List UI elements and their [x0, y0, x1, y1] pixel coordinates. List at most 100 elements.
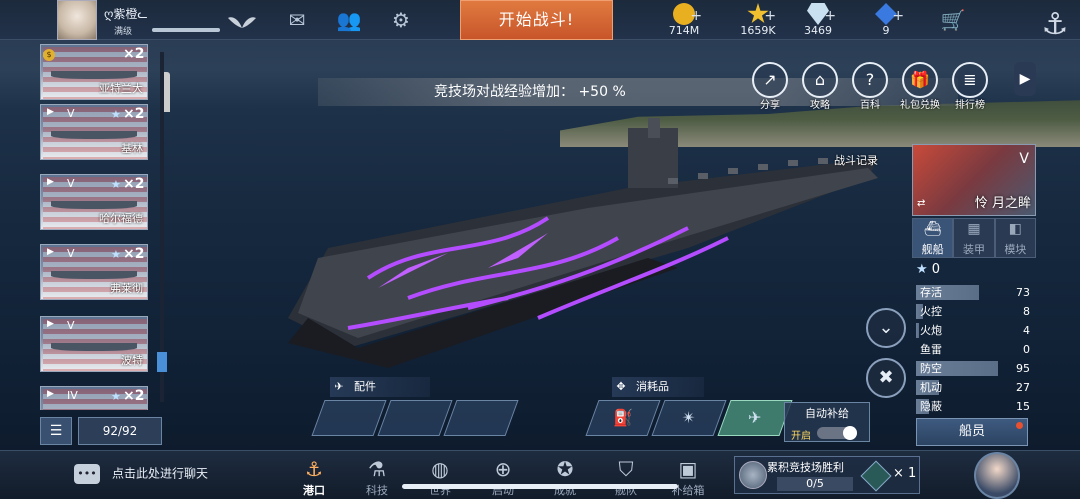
battle-log-link[interactable]: 战斗记录	[834, 152, 878, 168]
stat-value: 8	[1023, 305, 1030, 318]
resource-gem[interactable]: + 9	[846, 0, 926, 40]
stat-row: 火炮 4	[912, 322, 1036, 339]
add-gem-icon: +	[892, 8, 905, 24]
stat-value: 27	[1016, 381, 1030, 394]
consumable-slot[interactable]: ✈	[717, 400, 793, 436]
add-diamond-icon: +	[824, 8, 837, 24]
play-icon: ▶	[47, 247, 54, 257]
repair-tools-button[interactable]: ✖	[866, 358, 906, 398]
nav-world[interactable]: ◍ 世界	[418, 456, 462, 498]
xp-bar	[152, 28, 220, 32]
resource-gold[interactable]: + 714M	[644, 0, 724, 40]
supply-crate-icon: ▣	[678, 457, 698, 481]
quick-actions-next-arrow[interactable]: ▶	[1014, 62, 1036, 96]
xp-bar-fill	[152, 28, 220, 32]
tab-module[interactable]: ◧ 模块	[994, 218, 1036, 258]
leaderboard-button[interactable]: ≣ 排行榜	[948, 62, 992, 111]
nav-achievements[interactable]: ✪ 成就	[543, 456, 587, 498]
launch-icon: ⊕	[494, 457, 512, 481]
nav-fleet[interactable]: ⛉ 舰队	[604, 456, 648, 498]
tab-ship[interactable]: ⛴ 舰船	[912, 218, 954, 258]
add-star-icon: +	[764, 8, 777, 24]
player-name: ღ紫橙ᓚ	[104, 7, 148, 21]
fleet-scrollbar[interactable]	[157, 52, 167, 402]
reward-count: × 1	[893, 466, 917, 481]
chat-button[interactable]: ••• 点击此处进行聊天	[74, 464, 208, 484]
plane-plus-icon: ✈	[748, 408, 762, 427]
guide-button[interactable]: ⌂ 攻略	[798, 62, 842, 111]
stat-value: 15	[1016, 400, 1030, 413]
ship-tabs: ⛴ 舰船 ▦ 装甲 ◧ 模块	[912, 218, 1036, 258]
fleet-ship-card[interactable]: ▶ V ★ ×2 基林	[40, 104, 148, 160]
gold-value: 714M	[668, 24, 700, 37]
nav-tech[interactable]: ⚗ 科技	[355, 456, 399, 498]
gift-redeem-button[interactable]: 🎁 礼包兑换	[898, 62, 942, 111]
encyclopedia-button[interactable]: ? 百科	[848, 62, 892, 111]
ship-hull	[51, 343, 137, 351]
arena-task-panel[interactable]: 累积竞技场胜利 0/5 × 1	[734, 456, 920, 494]
stat-bar	[916, 323, 920, 338]
fleet-ship-card[interactable]: ▶ IV ★ ×2	[40, 386, 148, 410]
module-icon: ◧	[1008, 221, 1022, 237]
stat-name: 隐蔽	[920, 400, 942, 413]
stat-name: 机动	[920, 381, 942, 394]
ship-hull	[51, 271, 137, 279]
list-view-button[interactable]: ☰	[40, 417, 72, 445]
fleet-count: 92/92	[78, 417, 162, 445]
fleet-shield-icon: ⛉	[618, 457, 634, 481]
anchor-icon[interactable]: ⚓	[1030, 0, 1080, 52]
rank-chevron-button[interactable]: ⌄	[866, 308, 906, 348]
stat-value: 95	[1016, 362, 1030, 375]
fire-extinguisher-icon: ⛽	[613, 408, 633, 427]
encyclopedia-icon: ?	[852, 62, 888, 98]
settings-gear-icon[interactable]: ⚙	[388, 8, 414, 32]
auto-supply-panel[interactable]: 自动补给 开启	[784, 402, 870, 442]
share-button[interactable]: ↗ 分享	[748, 62, 792, 111]
ship-hull	[51, 71, 137, 79]
chat-bubble-icon: •••	[74, 464, 100, 484]
fleet-ship-card[interactable]: ▶ V 波特	[40, 316, 148, 372]
nav-supply-box[interactable]: ▣ 补给箱	[666, 456, 710, 498]
toggle-knob	[843, 426, 857, 440]
consumable-slot[interactable]: ⛽	[585, 400, 661, 436]
stat-name: 存活	[920, 286, 942, 299]
crew-button[interactable]: 船员	[916, 418, 1028, 446]
consumable-slot[interactable]: ✴	[651, 400, 727, 436]
fleet-ship-card[interactable]: ▶ V ★ ×2 弗莱彻	[40, 244, 148, 300]
nav-harbor[interactable]: ⚓ 港口	[292, 456, 336, 498]
gold-badge-icon: $	[43, 49, 55, 61]
shop-cart-icon[interactable]: 🛒	[938, 8, 968, 32]
notification-dot	[1016, 422, 1023, 429]
wrench-screwdriver-icon: ✖	[878, 367, 894, 388]
fleet-ship-card[interactable]: $ ×2 亚特兰大	[40, 44, 148, 100]
captain-portrait[interactable]	[974, 452, 1020, 499]
parts-slot[interactable]	[311, 400, 387, 436]
achievement-medal-icon: ✪	[556, 457, 574, 481]
rank-wings-icon[interactable]	[228, 14, 256, 30]
play-icon: ▶	[47, 107, 54, 117]
aircraft-carrier[interactable]	[288, 118, 888, 368]
list-icon: ☰	[49, 423, 63, 439]
parts-slot[interactable]	[443, 400, 519, 436]
gift-pack-icon: 🎁	[902, 62, 938, 98]
mail-icon[interactable]: ✉	[284, 8, 310, 32]
nav-launch[interactable]: ⊕ 启动	[481, 456, 525, 498]
start-battle-button[interactable]: 开始战斗!	[460, 0, 613, 40]
star-icon: ★	[111, 108, 121, 121]
fleet-scroll-thumb[interactable]	[157, 352, 167, 372]
chevron-rank-icon: ⌄	[878, 317, 894, 338]
fleet-list[interactable]: $ ×2 亚特兰大 ▶ V ★ ×2 基林 ▶ V ★ ×2 哈尔福德 ▶ V ★ ×2 弗莱彻 ▶ V 波特 …	[40, 44, 160, 410]
ship-icon: ⛴	[923, 221, 942, 237]
fleet-ship-card[interactable]: ▶ V ★ ×2 哈尔福德	[40, 174, 148, 230]
tab-armor[interactable]: ▦ 装甲	[953, 218, 995, 258]
stat-value: 73	[1016, 286, 1030, 299]
stat-name: 鱼雷	[920, 343, 942, 356]
arena-orb-icon	[739, 461, 767, 489]
auto-supply-toggle[interactable]	[817, 426, 857, 440]
friends-icon[interactable]: 👥	[336, 8, 362, 32]
selected-ship-card[interactable]: V ⇄ 怜 月之眸	[912, 144, 1036, 216]
player-avatar[interactable]	[57, 0, 97, 40]
parts-slot[interactable]	[377, 400, 453, 436]
tech-icon: ⚗	[368, 457, 386, 481]
parts-section-header: ✈ 配件	[330, 377, 430, 397]
